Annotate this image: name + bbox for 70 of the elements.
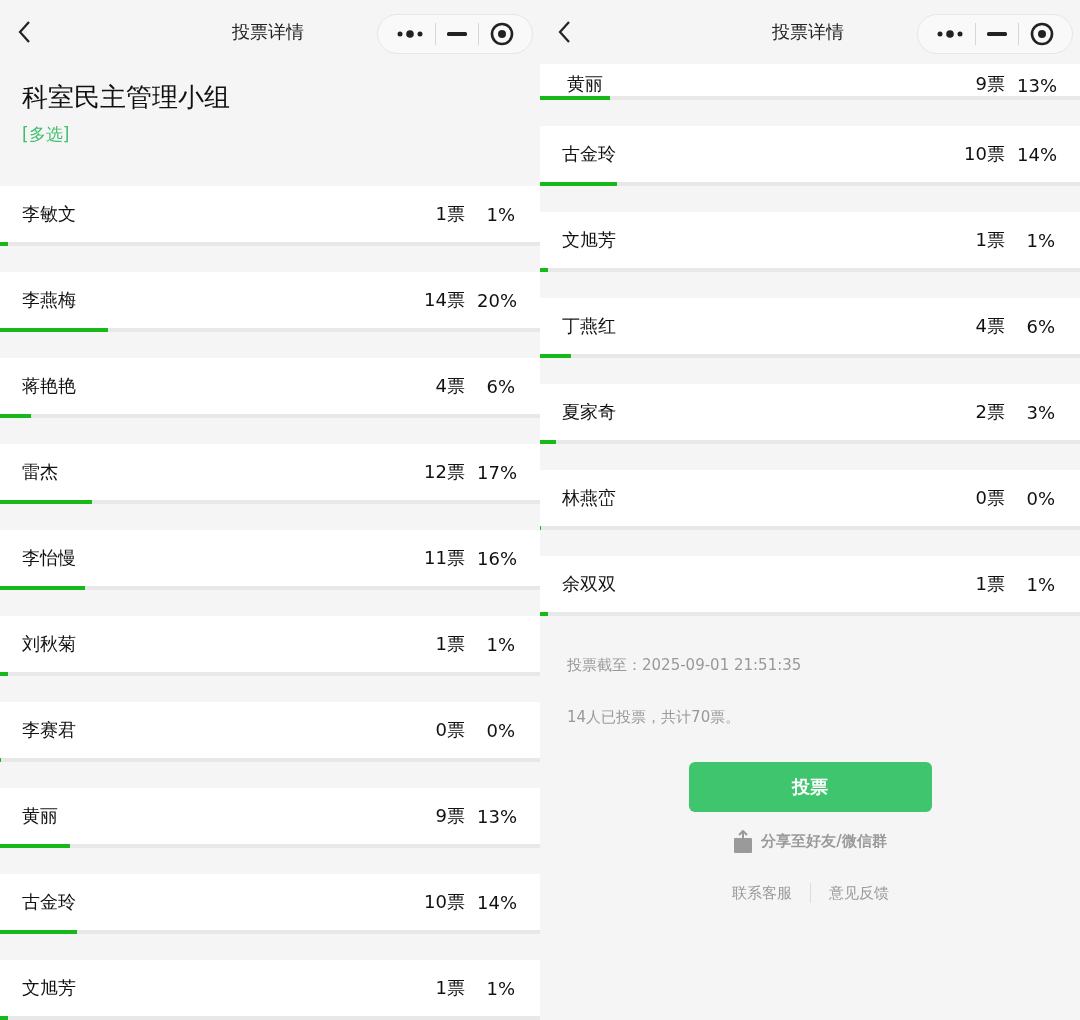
vote-count: 1票 [435, 632, 465, 656]
back-icon[interactable] [17, 20, 31, 44]
vote-percent: 16% [477, 547, 515, 569]
vote-count: 4票 [975, 314, 1005, 338]
minimize-icon[interactable] [446, 32, 467, 36]
vote-count: 1票 [975, 572, 1005, 596]
option-name: 黄丽 [567, 72, 604, 96]
option-name: 夏家奇 [562, 400, 617, 424]
poll-mode-label: [多选] [22, 123, 71, 146]
vote-count: 2票 [975, 400, 1005, 424]
option-name: 余双双 [562, 572, 617, 596]
vote-count: 0票 [975, 486, 1005, 510]
summary-text: 14人已投票，共计70票。 [566, 708, 742, 728]
vote-percent: 6% [1025, 315, 1055, 337]
back-icon[interactable] [557, 20, 571, 44]
close-icon[interactable] [1030, 22, 1055, 46]
footer-link[interactable]: 联系客服 [731, 883, 792, 903]
option-name: 李赛君 [22, 718, 77, 742]
vote-percent: 1% [485, 203, 515, 225]
option-name: 李敏文 [22, 202, 77, 226]
option-name: 雷杰 [22, 460, 59, 484]
close-icon[interactable] [490, 22, 515, 46]
vote-percent: 0% [485, 719, 515, 741]
option-name: 林燕峦 [562, 486, 617, 510]
vote-percent: 17% [477, 461, 515, 483]
share-icon[interactable] [733, 830, 754, 853]
vote-count: 0票 [435, 718, 465, 742]
vote-percent: 20% [477, 289, 515, 311]
vote-count: 4票 [435, 374, 465, 398]
option-name: 文旭芳 [562, 228, 617, 252]
deadline-text: 投票截至：2025-09-01 21:51:35 [566, 656, 803, 676]
vote-count: 10票 [424, 890, 465, 914]
share-link[interactable]: 分享至好友/微信群 [761, 832, 887, 851]
more-icon[interactable] [935, 29, 964, 39]
vote-percent: 1% [485, 977, 515, 999]
vote-button[interactable]: 投票 [688, 762, 932, 812]
option-name: 李怡慢 [22, 546, 77, 570]
vote-count: 12票 [424, 460, 465, 484]
option-name: 古金玲 [22, 890, 77, 914]
option-name: 文旭芳 [22, 976, 77, 1000]
vote-count: 9票 [975, 72, 1005, 96]
option-name: 黄丽 [22, 804, 59, 828]
vote-count: 9票 [435, 804, 465, 828]
option-name: 蒋艳艳 [22, 374, 77, 398]
vote-count: 1票 [435, 976, 465, 1000]
page-title: 投票详情 [231, 20, 305, 44]
more-icon[interactable] [395, 29, 424, 39]
minimize-icon[interactable] [986, 32, 1007, 36]
vote-percent: 14% [1017, 143, 1055, 165]
vote-percent: 13% [1017, 75, 1055, 96]
poll-title: 科室民主管理小组 [22, 81, 231, 114]
option-name: 李燕梅 [22, 288, 77, 312]
vote-count: 1票 [975, 228, 1005, 252]
vote-count: 1票 [435, 202, 465, 226]
vote-percent: 0% [1025, 487, 1055, 509]
vote-count: 11票 [424, 546, 465, 570]
vote-count: 14票 [424, 288, 465, 312]
vote-percent: 1% [1025, 573, 1055, 595]
option-name: 刘秋菊 [22, 632, 77, 656]
vote-percent: 3% [1025, 401, 1055, 423]
option-name: 丁燕红 [562, 314, 617, 338]
footer-link[interactable]: 意见反馈 [828, 883, 889, 903]
option-name: 古金玲 [562, 142, 617, 166]
vote-percent: 1% [485, 633, 515, 655]
page-title: 投票详情 [771, 20, 845, 44]
vote-percent: 1% [1025, 229, 1055, 251]
vote-percent: 6% [485, 375, 515, 397]
vote-count: 10票 [964, 142, 1005, 166]
vote-percent: 13% [477, 805, 515, 827]
vote-percent: 14% [477, 891, 515, 913]
